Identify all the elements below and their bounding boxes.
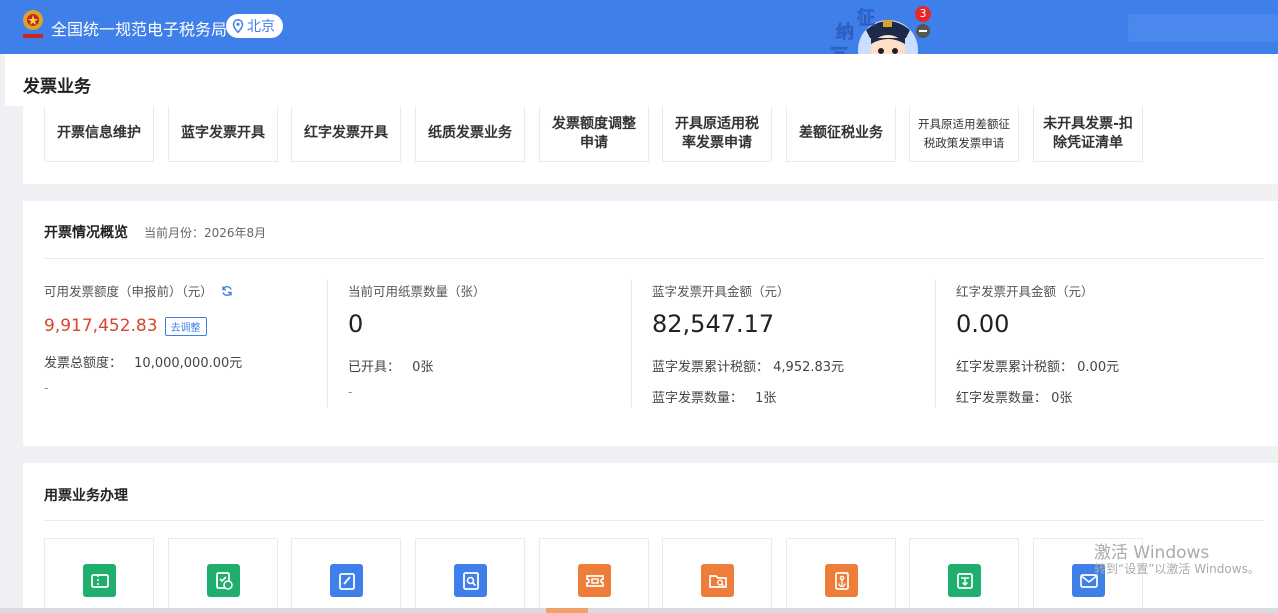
doc-anchor-icon [825,564,858,597]
mascot-char-1: 征 [857,7,875,29]
business-item-check[interactable] [168,538,278,613]
scrollbar-thumb[interactable] [546,608,588,613]
edit-doc-icon [330,564,363,597]
red-count-value: 0张 [1051,391,1073,406]
total-quota-value: 10,000,000.00元 [134,356,243,371]
quick-item-paper-invoice[interactable]: 纸质发票业务 [415,106,525,162]
current-month: 当前月份：2026年8月 [144,226,267,240]
quick-menu: 开票信息维护 蓝字发票开具 红字发票开具 纸质发票业务 发票额度调整申请 开具原… [23,106,1278,184]
minimize-mascot-button[interactable] [916,24,930,38]
quick-item-original-rate[interactable]: 开具原适用税率发票申请 [662,106,772,162]
windows-activation-hint: 转到“设置”以激活 Windows。 [1094,562,1260,576]
business-item-folder-search[interactable] [662,538,772,613]
top-header: 全国统一规范电子税务局 北京 [0,0,1278,54]
blue-tax-value: 4,952.83元 [773,360,845,375]
paper-invoice-column: 当前可用纸票数量（张） 0 已开具： 0张 - [348,281,486,399]
red-tax-label: 红字发票累计税额： [956,360,1074,375]
ticket-icon [83,564,116,597]
business-item-ticket-outline[interactable] [539,538,649,613]
tax-bureau-logo-icon [23,10,43,38]
red-count-label: 红字发票数量： [956,391,1048,406]
quick-item-deduction-list[interactable]: 未开具发票-扣除凭证清单 [1033,106,1143,162]
blue-invoice-column: 蓝字发票开具金额（元） 82,547.17 蓝字发票累计税额： 4,952.83… [652,281,844,406]
quota-value: 9,917,452.83 [44,316,158,336]
user-info-area[interactable] [1128,14,1278,42]
overview-title: 开票情况概览 [44,225,128,241]
blue-count-label: 蓝字发票数量： [652,391,744,406]
red-invoice-column: 红字发票开具金额（元） 0.00 红字发票累计税额： 0.00元 红字发票数量：… [956,281,1119,406]
location-pin-icon [232,19,244,33]
red-amount-value: 0.00 [956,310,1010,338]
quota-label: 可用发票额度（申报前）（元） [44,284,213,299]
blue-count-value: 1张 [755,391,777,406]
ticket-outline-icon [578,564,611,597]
region-selector[interactable]: 北京 [226,14,283,38]
search-doc-icon [454,564,487,597]
column-divider [327,279,328,407]
page-title-bar [5,54,1278,106]
horizontal-scrollbar[interactable] [0,608,1278,613]
quick-item-quota-adjust[interactable]: 发票额度调整申请 [539,106,649,162]
red-amount-label: 红字发票开具金额（元） [956,284,1094,299]
business-item-inbox[interactable] [909,538,1019,613]
total-quota-label: 发票总额度： [44,356,123,371]
invoice-business-card: 用票业务办理 [23,463,1278,613]
region-name: 北京 [247,19,275,35]
paper-count-label: 当前可用纸票数量（张） [348,284,486,299]
paper-extra: - [348,385,353,399]
business-item-ticket[interactable] [44,538,154,613]
quick-item-red-invoice[interactable]: 红字发票开具 [291,106,401,162]
blue-amount-value: 82,547.17 [652,310,775,338]
blue-tax-label: 蓝字发票累计税额： [652,360,770,375]
quick-item-margin-tax[interactable]: 差额征税业务 [786,106,896,162]
paper-count-value: 0 [348,310,364,338]
check-clock-icon [207,564,240,597]
quota-extra: - [44,381,49,395]
adjust-quota-button[interactable]: 去调整 [164,316,207,336]
refresh-icon[interactable] [221,285,233,297]
quick-item-margin-policy[interactable]: 开具原适用差额征税政策发票申请 [909,106,1019,162]
quota-column: 可用发票额度（申报前）（元） 9,917,452.83 去调整 发票总额度： 1… [44,281,242,395]
overview-divider [44,258,1264,259]
folder-search-icon [701,564,734,597]
column-divider [631,279,632,407]
mascot-char-2: 纳 [836,21,854,43]
business-item-search[interactable] [415,538,525,613]
quick-item-blue-invoice[interactable]: 蓝字发票开具 [168,106,278,162]
business-item-doc-anchor[interactable] [786,538,896,613]
invoice-overview-card: 开票情况概览 当前月份：2026年8月 可用发票额度（申报前）（元） 9,917… [23,201,1278,446]
business-item-edit[interactable] [291,538,401,613]
blue-amount-label: 蓝字发票开具金额（元） [652,284,790,299]
red-tax-value: 0.00元 [1077,360,1120,375]
inbox-icon [948,564,981,597]
quick-item-invoice-info[interactable]: 开票信息维护 [44,106,154,162]
business-divider [44,520,1264,521]
issued-value: 0张 [412,360,434,375]
issued-label: 已开具： [348,360,401,375]
notification-badge[interactable]: 3 [915,6,931,22]
column-divider [935,279,936,407]
business-title: 用票业务办理 [44,488,128,504]
page-title: 发票业务 [23,77,91,97]
app-title: 全国统一规范电子税务局 [51,20,228,39]
